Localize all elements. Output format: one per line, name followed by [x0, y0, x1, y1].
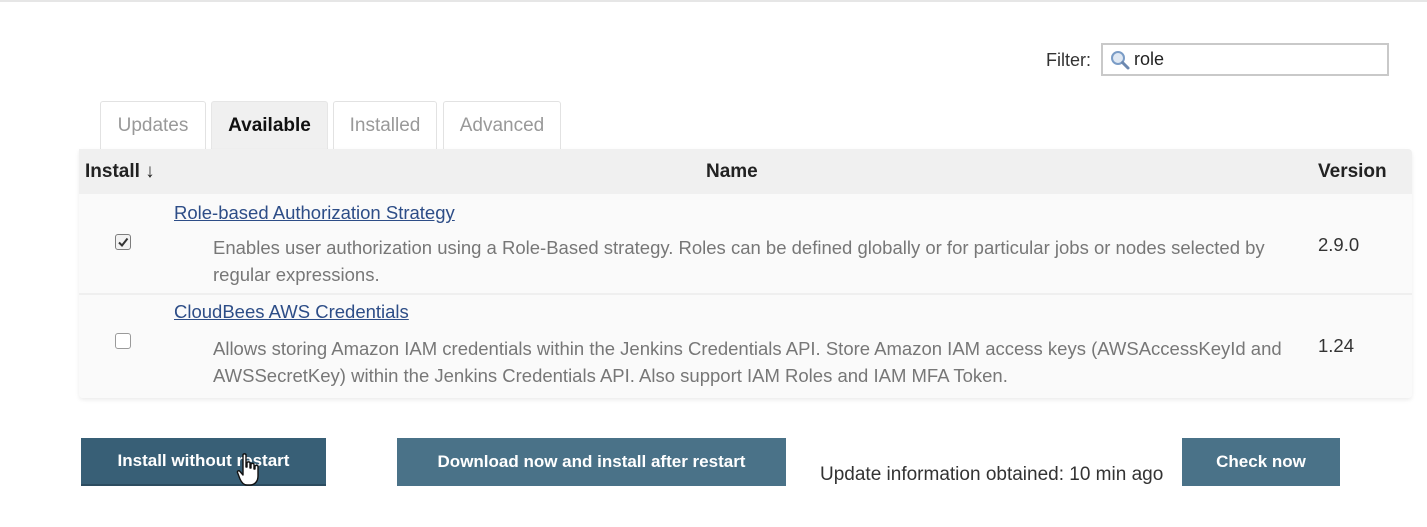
plugin-version: 1.24	[1318, 335, 1355, 356]
plugin-name-link[interactable]: Role-based Authorization Strategy	[174, 202, 455, 224]
install-checkbox[interactable]	[115, 234, 131, 250]
tab-available[interactable]: Available	[211, 101, 328, 149]
plugin-description: Enables user authorization using a Role-…	[213, 237, 1265, 285]
install-checkbox[interactable]	[115, 333, 131, 349]
plugin-version: 2.9.0	[1318, 234, 1360, 255]
filter-field[interactable]	[1101, 43, 1389, 76]
install-without-restart-button[interactable]: Install without restart	[81, 438, 326, 486]
plugin-description: Allows storing Amazon IAM credentials wi…	[213, 338, 1282, 386]
table-header: Install ↓ Name Version	[79, 149, 1412, 194]
filter-label: Filter:	[1046, 50, 1091, 70]
download-and-install-button[interactable]: Download now and install after restart	[397, 438, 786, 486]
plugin-name-link[interactable]: CloudBees AWS Credentials	[174, 301, 409, 323]
top-divider	[0, 0, 1427, 2]
table-row: CloudBees AWS Credentials Allows storing…	[79, 295, 1412, 398]
install-column-header[interactable]: Install ↓	[85, 161, 155, 183]
tab-updates[interactable]: Updates	[100, 101, 206, 149]
filter-input[interactable]	[1131, 49, 1374, 70]
magnifier-icon	[1111, 50, 1130, 69]
hand-cursor-icon	[236, 453, 259, 486]
check-now-button[interactable]: Check now	[1182, 438, 1340, 486]
update-info-text: Update information obtained: 10 min ago	[820, 464, 1164, 485]
checkmark-icon	[118, 237, 129, 248]
plugin-table: Install ↓ Name Version Role-based Author…	[79, 149, 1412, 398]
name-column-header[interactable]: Name	[706, 161, 758, 183]
table-row: Role-based Authorization Strategy Enable…	[79, 194, 1412, 293]
tab-advanced[interactable]: Advanced	[443, 101, 561, 149]
version-column-header[interactable]: Version	[1318, 161, 1387, 183]
tab-installed[interactable]: Installed	[333, 101, 437, 149]
